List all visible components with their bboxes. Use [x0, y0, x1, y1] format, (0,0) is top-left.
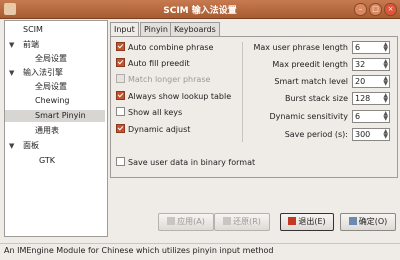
smart-match-level-label: Smart match level [274, 77, 348, 86]
restore-button[interactable]: 还原(R) [214, 213, 270, 231]
spin-arrows-icon[interactable]: ▲ ▼ [383, 76, 388, 87]
auto-fill-preedit-checkbox[interactable]: Auto fill preedit [116, 58, 190, 69]
checkbox-empty-icon[interactable] [116, 157, 125, 166]
max-user-phrase-length-spinner[interactable]: 6 ▲ ▼ [352, 41, 390, 54]
smart-match-level-spinner[interactable]: 20 ▲ ▼ [352, 75, 390, 88]
dynamic-sensitivity-spinner[interactable]: 6 ▲ ▼ [352, 110, 390, 123]
checkbox-check-icon[interactable] [116, 124, 125, 133]
checkbox-check-icon[interactable] [116, 42, 125, 51]
exit-button[interactable]: 退出(E) [280, 213, 334, 231]
tree-item-panel[interactable]: ▼ 面板 [5, 140, 105, 152]
tree-item-imengine[interactable]: ▼ 输入法引擎 [5, 67, 105, 79]
spin-arrows-icon[interactable]: ▲ ▼ [383, 129, 388, 140]
checkbox-empty-icon[interactable] [116, 107, 125, 116]
match-longer-phrase-checkbox[interactable]: Match longer phrase [116, 74, 210, 85]
checkbox-check-icon[interactable] [116, 58, 125, 67]
spin-arrows-icon[interactable]: ▲ ▼ [383, 42, 388, 53]
exit-door-icon [288, 217, 297, 225]
window-title: SCIM 输入法设置 [163, 6, 237, 16]
tree-item-frontend-global[interactable]: 全局设置 [5, 53, 105, 65]
status-text: An IMEngine Module for Chinese which uti… [4, 246, 274, 255]
apply-button[interactable]: 应用(A) [158, 213, 214, 231]
auto-combine-phrase-checkbox[interactable]: Auto combine phrase [116, 42, 213, 53]
max-user-phrase-length-label: Max user phrase length [253, 43, 348, 52]
checkbox-check-icon[interactable] [116, 91, 125, 100]
tab-keyboards[interactable]: Keyboards [170, 22, 220, 37]
max-preedit-length-spinner[interactable]: 32 ▲ ▼ [352, 58, 390, 71]
burst-stack-size-spinner[interactable]: 128 ▲ ▼ [352, 92, 390, 105]
spin-arrows-icon[interactable]: ▲ ▼ [383, 59, 388, 70]
restore-icon [223, 217, 232, 225]
save-period-spinner[interactable]: 300 ▲ ▼ [352, 128, 390, 141]
dynamic-adjust-checkbox[interactable]: Dynamic adjust [116, 124, 190, 135]
tree-item-gtk[interactable]: GTK [5, 155, 105, 167]
vertical-separator [242, 42, 243, 142]
tab-pinyin[interactable]: Pinyin [140, 22, 172, 37]
tree-item-smart-pinyin[interactable]: Smart Pinyin [5, 110, 105, 122]
scim-settings-window: SCIM 输入法设置 – □ × SCIM ▼ 前端 全局设置 ▼ 输入法引擎 全局… [0, 0, 400, 259]
expander-down-icon[interactable]: ▼ [9, 140, 14, 152]
maximize-button[interactable]: □ [369, 3, 382, 16]
show-all-keys-checkbox[interactable]: Show all keys [116, 107, 182, 118]
ok-icon [348, 217, 357, 225]
status-bar: An IMEngine Module for Chinese which uti… [0, 243, 400, 260]
expander-down-icon[interactable]: ▼ [9, 67, 14, 79]
tree-item-scim[interactable]: SCIM [5, 24, 105, 36]
save-binary-format-checkbox[interactable]: Save user data in binary format [116, 157, 255, 168]
tree-item-frontend[interactable]: ▼ 前端 [5, 39, 105, 51]
burst-stack-size-label: Burst stack size [285, 94, 348, 103]
minimize-button[interactable]: – [354, 3, 367, 16]
ok-button[interactable]: 确定(O) [340, 213, 396, 231]
tree-item-chewing[interactable]: Chewing [5, 95, 105, 107]
always-show-lookup-table-checkbox[interactable]: Always show lookup table [116, 91, 231, 102]
tree-item-imengine-global[interactable]: 全局设置 [5, 81, 105, 93]
tree-item-generic-table[interactable]: 通用表 [5, 125, 105, 137]
expander-down-icon[interactable]: ▼ [9, 39, 14, 51]
settings-tree: SCIM ▼ 前端 全局设置 ▼ 输入法引擎 全局设置 Chewing Smart … [4, 20, 108, 237]
checkbox-empty-icon[interactable] [116, 74, 125, 83]
save-period-label: Save period (s): [284, 130, 348, 139]
max-preedit-length-label: Max preedit length [272, 60, 348, 69]
close-button[interactable]: × [384, 3, 397, 16]
title-bar: SCIM 输入法设置 – □ × [0, 0, 400, 19]
spin-arrows-icon[interactable]: ▲ ▼ [383, 93, 388, 104]
spin-arrows-icon[interactable]: ▲ ▼ [383, 111, 388, 122]
apply-icon [167, 217, 176, 225]
dynamic-sensitivity-label: Dynamic sensitivity [269, 112, 348, 121]
